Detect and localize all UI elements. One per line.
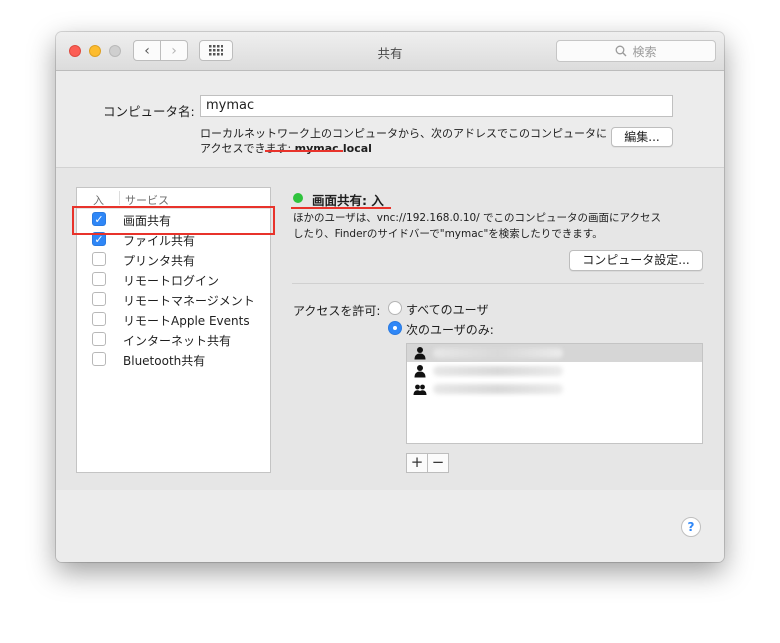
- user-name-redacted: [433, 384, 563, 394]
- checkbox-remote-login[interactable]: [92, 272, 106, 286]
- group-icon: [413, 384, 427, 395]
- user-row[interactable]: [407, 362, 702, 380]
- service-label: リモートログイン: [123, 274, 220, 288]
- service-row-internet-sharing[interactable]: インターネット共有: [77, 329, 270, 349]
- service-label: リモートApple Events: [123, 314, 250, 328]
- user-name-redacted: [433, 366, 563, 376]
- service-label: Bluetooth共有: [123, 354, 206, 368]
- checkbox-remote-apple-events[interactable]: [92, 312, 106, 326]
- user-icon: [414, 365, 426, 378]
- bottom-bar: ?: [56, 490, 724, 562]
- screen-sharing-annotation-box: [72, 206, 275, 235]
- remove-user-button[interactable]: −: [427, 453, 449, 473]
- user-name-redacted: [433, 348, 563, 358]
- status-dot-icon: [293, 193, 303, 203]
- checkbox-bluetooth-sharing[interactable]: [92, 352, 106, 366]
- search-icon: [616, 45, 627, 57]
- checkbox-internet-sharing[interactable]: [92, 332, 106, 346]
- user-row[interactable]: [407, 344, 702, 362]
- computer-name-pane: コンピュータ名: mymac ローカルネットワーク上のコンピュータから、次のアド…: [56, 71, 724, 168]
- radio-all-users-label[interactable]: すべてのユーザ: [406, 301, 488, 318]
- hostname-annotation-underline: [265, 150, 343, 152]
- radio-all-users[interactable]: [388, 301, 402, 315]
- radio-only-users[interactable]: [388, 321, 402, 335]
- edit-button[interactable]: 編集...: [611, 127, 673, 147]
- computer-name-input[interactable]: mymac: [200, 95, 673, 117]
- computer-settings-button[interactable]: コンピュータ設定...: [569, 250, 703, 271]
- divider: [292, 283, 704, 284]
- sharing-window: ‹ › 共有 検索 コンピュータ名: mymac ローカルネットワーク上のコンピ…: [56, 32, 724, 562]
- title-bar: ‹ › 共有 検索: [56, 32, 724, 71]
- service-row-printer-sharing[interactable]: プリンタ共有: [77, 249, 270, 269]
- status-annotation-underline: [291, 207, 391, 209]
- address-description: ローカルネットワーク上のコンピュータから、次のアドレスでこのコンピュータにアクセ…: [200, 126, 610, 156]
- service-label: インターネット共有: [123, 334, 232, 348]
- status-description: ほかのユーザは、vnc://192.168.0.10/ でこのコンピュータの画面…: [293, 212, 662, 240]
- access-label: アクセスを許可:: [293, 304, 381, 318]
- service-row-remote-apple-events[interactable]: リモートApple Events: [77, 309, 270, 329]
- address-text: ローカルネットワーク上のコンピュータから、次のアドレスでこのコンピュータにアクセ…: [200, 127, 607, 155]
- user-icon: [414, 347, 426, 360]
- service-label: リモートマネージメント: [123, 294, 255, 308]
- hostname: mymac.local: [294, 142, 372, 155]
- checkbox-printer-sharing[interactable]: [92, 252, 106, 266]
- service-label: プリンタ共有: [123, 254, 196, 268]
- user-row[interactable]: [407, 380, 702, 398]
- allowed-users-list: [406, 343, 703, 444]
- header-divider: [119, 191, 120, 205]
- add-user-button[interactable]: +: [406, 453, 428, 473]
- search-placeholder: 検索: [632, 44, 657, 59]
- checkbox-remote-management[interactable]: [92, 292, 106, 306]
- service-row-remote-management[interactable]: リモートマネージメント: [77, 289, 270, 309]
- search-field[interactable]: 検索: [556, 40, 716, 62]
- radio-only-users-label[interactable]: 次のユーザのみ:: [406, 321, 494, 338]
- service-row-remote-login[interactable]: リモートログイン: [77, 269, 270, 289]
- service-row-bluetooth-sharing[interactable]: Bluetooth共有: [77, 349, 270, 369]
- help-button[interactable]: ?: [681, 517, 701, 537]
- computer-name-label: コンピュータ名:: [103, 104, 195, 119]
